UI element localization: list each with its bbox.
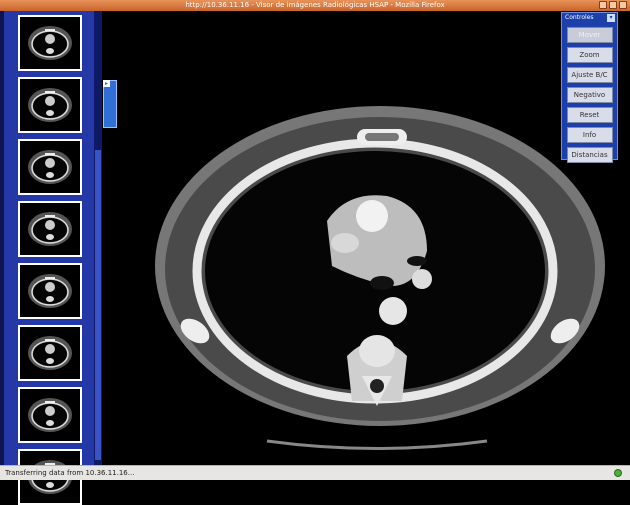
- controls-header: Controles ▾: [562, 13, 617, 23]
- controls-panel: Controles ▾ Mover Zoom Ajuste B/C Negati…: [561, 12, 618, 163]
- zoom-button[interactable]: Zoom: [566, 47, 613, 63]
- window-title: http://10.36.11.16 - Visor de imágenes R…: [185, 1, 445, 9]
- scrollbar-thumb[interactable]: [95, 150, 101, 460]
- thumbnail-image[interactable]: [18, 139, 82, 195]
- ct-scan-image[interactable]: [117, 11, 630, 465]
- thumbnail-sidebar: [0, 11, 102, 505]
- thumbnail-image[interactable]: [18, 387, 82, 443]
- thumbnail-image[interactable]: [18, 15, 82, 71]
- window-title-bar: http://10.36.11.16 - Visor de imágenes R…: [0, 0, 630, 11]
- info-button[interactable]: Info: [566, 127, 613, 143]
- panel-collapse-tab[interactable]: [103, 80, 117, 128]
- connection-status-icon: [614, 469, 622, 477]
- status-bar: Transferring data from 10.36.11.16...: [0, 465, 630, 480]
- reset-button[interactable]: Reset: [566, 107, 613, 123]
- move-button[interactable]: Mover: [566, 27, 613, 43]
- chevron-down-icon[interactable]: ▾: [607, 14, 615, 22]
- thumbnail-image[interactable]: [18, 263, 82, 319]
- minimize-icon[interactable]: [599, 1, 607, 9]
- thumbnail-image[interactable]: [18, 325, 82, 381]
- thumbnail-image[interactable]: [18, 201, 82, 257]
- collapse-icon[interactable]: ▸: [103, 80, 110, 87]
- thumbnail-strip: [4, 11, 94, 505]
- brightness-contrast-button[interactable]: Ajuste B/C: [566, 67, 613, 83]
- thumbnail-image[interactable]: [18, 77, 82, 133]
- negative-button[interactable]: Negativo: [566, 87, 613, 103]
- close-icon[interactable]: [619, 1, 627, 9]
- image-viewer[interactable]: [117, 11, 630, 465]
- status-text: Transferring data from 10.36.11.16...: [5, 469, 135, 477]
- maximize-icon[interactable]: [609, 1, 617, 9]
- controls-title: Controles: [565, 14, 594, 21]
- distances-button[interactable]: Distancias: [566, 147, 613, 163]
